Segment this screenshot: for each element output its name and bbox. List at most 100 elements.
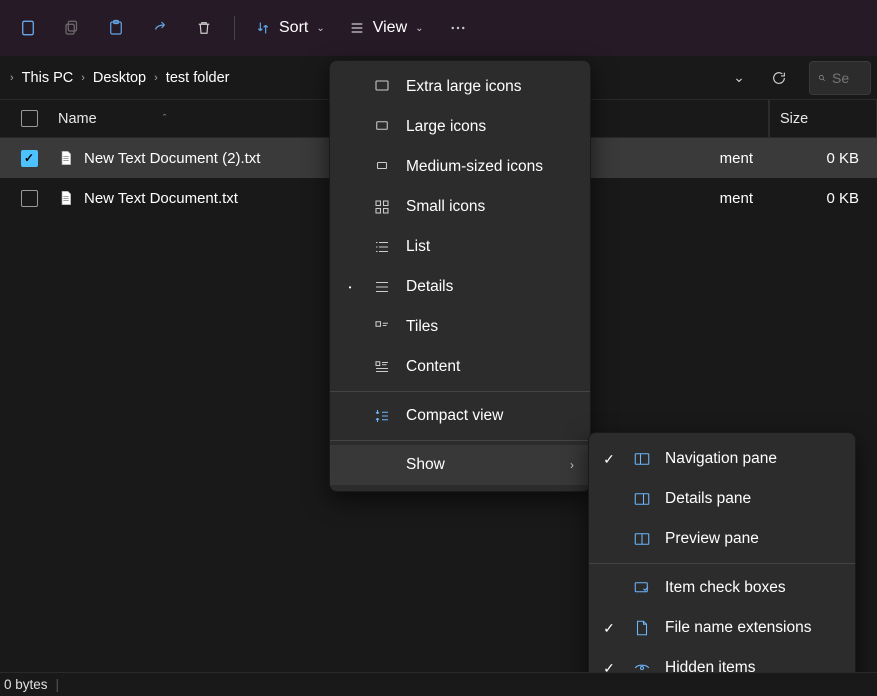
view-option-details[interactable]: • Details xyxy=(330,267,590,307)
row-checkbox[interactable] xyxy=(0,190,58,207)
file-name-text: New Text Document (2).txt xyxy=(84,150,260,167)
document-icon xyxy=(19,19,37,37)
crumb-folder[interactable]: test folder xyxy=(160,64,236,92)
file-size: 0 KB xyxy=(761,138,869,178)
history-button[interactable]: ⌄ xyxy=(719,61,759,95)
paste-icon xyxy=(107,19,125,37)
view-option-xl[interactable]: Extra large icons xyxy=(330,67,590,107)
refresh-icon xyxy=(771,70,787,86)
status-bar: 0 bytes | xyxy=(0,672,877,696)
s-icon xyxy=(373,198,391,216)
file-icon xyxy=(58,148,74,168)
content-icon xyxy=(373,358,391,376)
share-icon xyxy=(151,19,169,37)
menu-label: Details pane xyxy=(665,490,751,508)
tiles-icon xyxy=(373,318,391,336)
menu-label: Medium-sized icons xyxy=(406,158,574,176)
menu-label: Small icons xyxy=(406,198,574,216)
menu-label: List xyxy=(406,238,574,256)
search-input[interactable] xyxy=(832,70,862,86)
menu-label: Navigation pane xyxy=(665,450,777,468)
chevron-right-icon: › xyxy=(152,72,160,84)
menu-label: Show xyxy=(406,456,556,474)
search-icon xyxy=(818,71,826,85)
show-option-preview[interactable]: Preview pane xyxy=(589,519,855,559)
view-option-content[interactable]: Content xyxy=(330,347,590,387)
new-button[interactable] xyxy=(8,8,48,48)
menu-label: Item check boxes xyxy=(665,579,786,597)
view-menu: Extra large icons Large icons Medium-sized… xyxy=(329,60,591,492)
column-size-label: Size xyxy=(780,111,808,127)
search-box[interactable] xyxy=(809,61,871,95)
show-submenu-trigger[interactable]: Show › xyxy=(330,445,590,485)
file-name-text: New Text Document.txt xyxy=(84,190,238,207)
current-indicator: • xyxy=(342,283,358,292)
view-button[interactable]: View ⌄ xyxy=(339,8,434,48)
command-bar: Sort ⌄ View ⌄ xyxy=(0,0,877,56)
sort-label: Sort xyxy=(279,19,308,37)
status-size: 0 bytes xyxy=(4,677,48,692)
details-icon xyxy=(633,490,651,508)
show-option-details[interactable]: Details pane xyxy=(589,479,855,519)
chevron-up-icon: ˆ xyxy=(163,113,167,125)
checkmark-icon: ✓ xyxy=(599,451,619,468)
menu-label: File name extensions xyxy=(665,619,811,637)
crumb-desktop[interactable]: Desktop xyxy=(87,64,152,92)
details-icon xyxy=(373,278,391,296)
menu-label: Tiles xyxy=(406,318,574,336)
column-name-label: Name xyxy=(58,111,97,127)
menu-label: Preview pane xyxy=(665,530,759,548)
chevron-right-icon: › xyxy=(570,458,574,472)
show-option-ext[interactable]: ✓ File name extensions xyxy=(589,608,855,648)
view-option-list[interactable]: List xyxy=(330,227,590,267)
compact-icon xyxy=(373,407,391,425)
list-icon xyxy=(373,238,391,256)
separator xyxy=(234,16,235,40)
copy-button[interactable] xyxy=(52,8,92,48)
column-size[interactable]: Size xyxy=(769,100,877,137)
view-option-s[interactable]: Small icons xyxy=(330,187,590,227)
view-option-l[interactable]: Large icons xyxy=(330,107,590,147)
preview-icon xyxy=(633,530,651,548)
share-button[interactable] xyxy=(140,8,180,48)
paste-button[interactable] xyxy=(96,8,136,48)
view-icon xyxy=(349,20,365,36)
file-icon xyxy=(58,188,74,208)
menu-label: Content xyxy=(406,358,574,376)
file-size: 0 KB xyxy=(761,178,869,218)
file-type-tail: ment xyxy=(661,150,761,167)
chevron-right-icon: › xyxy=(8,72,16,84)
checkmark-icon: ✓ xyxy=(599,620,619,637)
sort-button[interactable]: Sort ⌄ xyxy=(245,8,335,48)
menu-label: Large icons xyxy=(406,118,574,136)
view-option-m[interactable]: Medium-sized icons xyxy=(330,147,590,187)
menu-label: Compact view xyxy=(406,407,574,425)
more-button[interactable] xyxy=(438,8,478,48)
show-option-nav[interactable]: ✓ Navigation pane xyxy=(589,439,855,479)
chevron-down-icon: ⌄ xyxy=(733,69,745,86)
view-option-tiles[interactable]: Tiles xyxy=(330,307,590,347)
separator xyxy=(330,440,590,441)
show-option-checkbox[interactable]: Item check boxes xyxy=(589,568,855,608)
menu-label: Details xyxy=(406,278,574,296)
crumb-thispc[interactable]: This PC xyxy=(16,64,80,92)
delete-button[interactable] xyxy=(184,8,224,48)
row-checkbox[interactable] xyxy=(0,150,58,167)
trash-icon xyxy=(195,19,213,37)
m-icon xyxy=(373,158,391,176)
chevron-down-icon: ⌄ xyxy=(316,23,324,34)
separator xyxy=(330,391,590,392)
l-icon xyxy=(373,118,391,136)
separator: | xyxy=(56,677,60,692)
ellipsis-icon xyxy=(449,19,467,37)
select-all[interactable] xyxy=(0,110,58,127)
menu-label: Extra large icons xyxy=(406,78,574,96)
ext-icon xyxy=(633,619,651,637)
nav-icon xyxy=(633,450,651,468)
view-label: View xyxy=(373,19,407,37)
refresh-button[interactable] xyxy=(759,61,799,95)
chevron-down-icon: ⌄ xyxy=(415,23,423,34)
show-submenu: ✓ Navigation pane Details pane Preview pane… xyxy=(588,432,856,695)
compact-view-toggle[interactable]: Compact view xyxy=(330,396,590,436)
file-type-tail: ment xyxy=(661,190,761,207)
